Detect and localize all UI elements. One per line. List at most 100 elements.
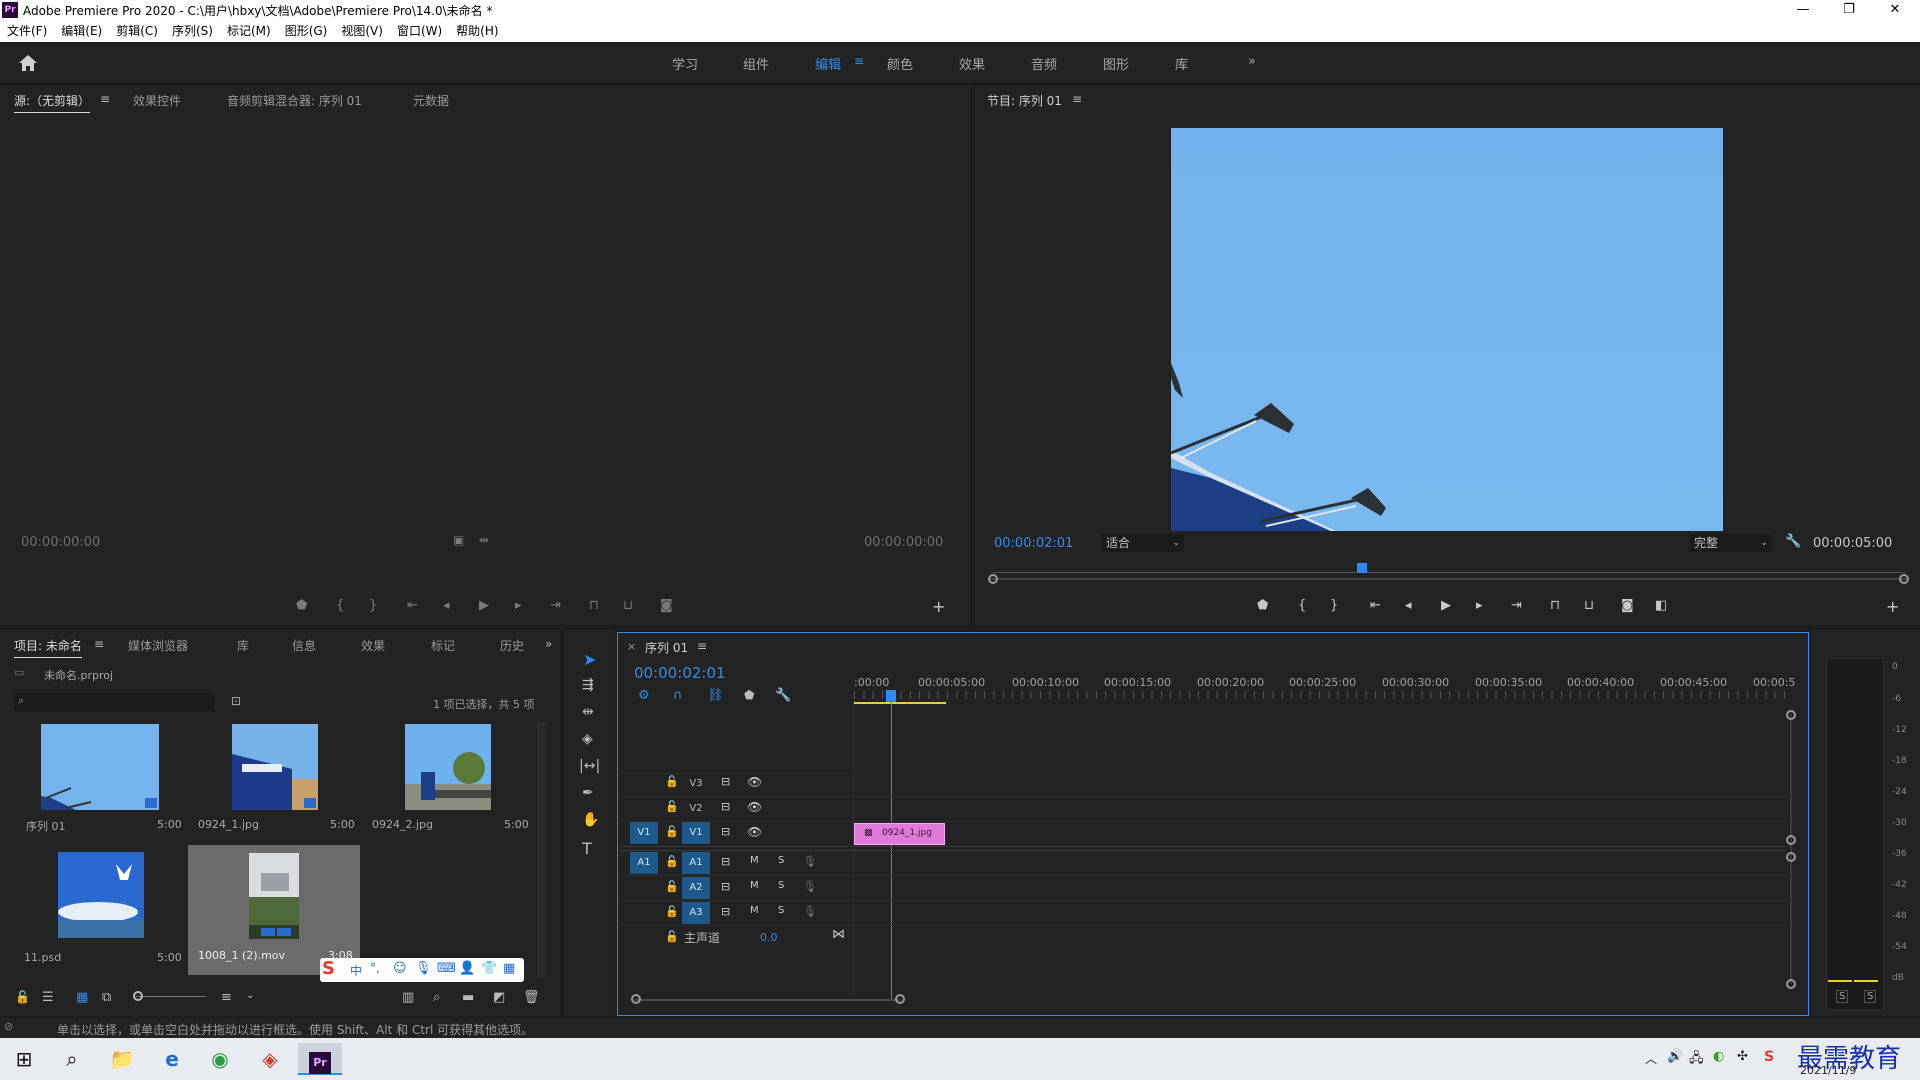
tab-menu-icon[interactable]: ≡	[94, 637, 104, 651]
step-back-icon[interactable]: ◂	[1405, 598, 1412, 613]
toolbox-grid-icon[interactable]: ▦	[503, 961, 515, 976]
menu-window[interactable]: 窗口(W)	[390, 20, 449, 42]
track-v1-label[interactable]: V1	[682, 822, 710, 844]
close-button[interactable]: ✕	[1872, 0, 1918, 20]
go-to-out-icon[interactable]: ⋈	[832, 927, 845, 942]
microphone-icon[interactable]: 🎙	[415, 961, 432, 976]
play-icon[interactable]: ▶	[1441, 598, 1451, 613]
tab-markers[interactable]: 标记	[431, 637, 455, 654]
eye-icon[interactable]: 👁	[747, 825, 762, 839]
hand-tool-icon[interactable]: ✋	[582, 812, 599, 828]
video-vertical-scrollbar[interactable]	[1790, 714, 1792, 984]
automate-to-sequence-icon[interactable]: ▥	[402, 990, 414, 1005]
menu-graphics[interactable]: 图形(G)	[278, 20, 335, 42]
go-to-in-icon[interactable]: ⇤	[1370, 598, 1381, 613]
project-item-11-psd[interactable]: 11.psd 5:00	[14, 852, 186, 977]
selection-tool-icon[interactable]: ➤	[583, 650, 596, 669]
project-scrollbar[interactable]	[537, 722, 545, 978]
tab-audio-clip-mixer[interactable]: 音频剪辑混合器: 序列 01	[227, 92, 362, 109]
step-back-icon[interactable]: ◂	[443, 598, 450, 613]
tab-program[interactable]: 节目: 序列 01	[987, 92, 1062, 109]
button-editor-add-icon[interactable]: +	[1886, 597, 1899, 616]
menu-clip[interactable]: 剪辑(C)	[109, 20, 165, 42]
tab-menu-icon[interactable]: ≡	[100, 92, 110, 106]
emoji-icon[interactable]: ☺	[393, 961, 407, 976]
pen-tool-icon[interactable]: ✒	[582, 785, 594, 801]
workspace-assembly[interactable]: 组件	[743, 54, 769, 73]
scroll-handle-top[interactable]	[1786, 852, 1796, 862]
lock-icon[interactable]: 🔓	[665, 775, 679, 788]
mark-in-icon[interactable]: {	[1298, 598, 1306, 613]
linked-selection-icon[interactable]: ⛓	[707, 688, 724, 703]
wrench-icon[interactable]: 🔧	[1785, 534, 1801, 549]
go-to-out-icon[interactable]: ⇥	[1511, 598, 1522, 613]
source-settings-icon[interactable]: ⇹	[479, 533, 489, 547]
sync-lock-icon[interactable]: ⊟	[721, 800, 730, 813]
find-icon[interactable]: ⌕	[433, 990, 440, 1005]
tab-effect-controls[interactable]: 效果控件	[133, 92, 181, 109]
lock-icon[interactable]: 🔓	[665, 825, 679, 838]
timeline-horizontal-scrollbar[interactable]	[635, 999, 900, 1001]
freeform-view-icon[interactable]: ⧉	[102, 990, 111, 1005]
scroll-handle-left[interactable]	[631, 994, 641, 1004]
new-bin-icon[interactable]: ▬	[462, 990, 474, 1005]
sogou-tray-icon[interactable]: S	[1764, 1049, 1774, 1065]
chevron-down-icon[interactable]: ⌄	[246, 990, 254, 1001]
mute-button[interactable]: M	[750, 855, 759, 866]
tab-libraries[interactable]: 库	[237, 637, 249, 654]
track-v2-label[interactable]: V2	[682, 798, 710, 820]
workspace-libraries[interactable]: 库	[1175, 54, 1188, 73]
search-icon[interactable]: ⌕	[52, 1043, 92, 1075]
tab-source[interactable]: 源:（无剪辑）	[14, 92, 91, 113]
workspace-editing[interactable]: 编辑	[815, 54, 841, 73]
project-item-0924-2[interactable]: 0924_2.jpg 5:00	[362, 724, 534, 844]
export-frame-icon[interactable]: ◙	[660, 598, 673, 613]
play-icon[interactable]: ▶	[479, 598, 489, 613]
mark-out-icon[interactable]: }	[369, 598, 377, 613]
volume-icon[interactable]: 🔊	[1667, 1049, 1683, 1064]
menu-edit[interactable]: 编辑(E)	[54, 20, 109, 42]
file-explorer-icon[interactable]: 📁	[102, 1043, 142, 1075]
ripple-edit-tool-icon[interactable]: ⇹	[582, 704, 594, 720]
solo-left-button[interactable]: S	[1836, 990, 1849, 1003]
mark-out-icon[interactable]: }	[1330, 598, 1338, 613]
overwrite-icon[interactable]: ⊔	[623, 598, 633, 613]
go-to-in-icon[interactable]: ⇤	[407, 598, 418, 613]
scroll-handle-bottom[interactable]	[1786, 979, 1796, 989]
program-playhead[interactable]	[1357, 563, 1367, 573]
new-search-bin-icon[interactable]: ⊡	[231, 694, 241, 708]
time-ruler[interactable]	[854, 691, 1786, 699]
marker-icon[interactable]: ⬟	[1257, 598, 1268, 613]
microphone-icon[interactable]: 🎙	[803, 905, 817, 918]
workspace-learning[interactable]: 学习	[672, 54, 698, 73]
workspace-audio[interactable]: 音频	[1031, 54, 1057, 73]
project-item-0924-1[interactable]: 0924_1.jpg 5:00	[188, 724, 360, 844]
insert-icon[interactable]: ⊓	[589, 598, 599, 613]
trash-icon[interactable]: 🗑	[523, 990, 540, 1005]
sync-lock-icon[interactable]: ⊟	[721, 880, 730, 893]
minimize-button[interactable]: —	[1780, 0, 1826, 20]
new-item-icon[interactable]: ◩	[493, 990, 505, 1005]
tab-menu-icon[interactable]: ≡	[697, 639, 707, 653]
sync-lock-icon[interactable]: ⊟	[721, 775, 730, 788]
track-a1-label[interactable]: A1	[682, 852, 710, 874]
eye-icon[interactable]: 👁	[747, 800, 762, 814]
menu-view[interactable]: 视图(V)	[334, 20, 390, 42]
solo-button[interactable]: S	[778, 905, 784, 916]
lock-icon[interactable]: 🔓	[665, 905, 679, 918]
edge-browser-icon[interactable]: e	[152, 1043, 192, 1075]
tab-info[interactable]: 信息	[292, 637, 316, 654]
razor-tool-icon[interactable]: ◈	[582, 731, 593, 747]
slip-tool-icon[interactable]: |↔|	[579, 758, 600, 774]
punctuation-icon[interactable]: °,	[370, 961, 380, 975]
menu-file[interactable]: 文件(F)	[0, 20, 54, 42]
timeline-clip[interactable]: ▩ 0924_1.jpg	[854, 823, 945, 845]
scroll-handle-bottom[interactable]	[1786, 835, 1796, 845]
tab-sequence[interactable]: 序列 01	[645, 639, 688, 656]
lift-icon[interactable]: ⊓	[1550, 598, 1560, 613]
lock-icon[interactable]: 🔓	[665, 880, 679, 893]
tab-history[interactable]: 历史	[500, 637, 524, 654]
snap-magnet-icon[interactable]: ∩	[673, 688, 683, 703]
workspace-effects[interactable]: 效果	[959, 54, 985, 73]
premiere-taskbar-icon[interactable]: Pr	[298, 1043, 342, 1075]
